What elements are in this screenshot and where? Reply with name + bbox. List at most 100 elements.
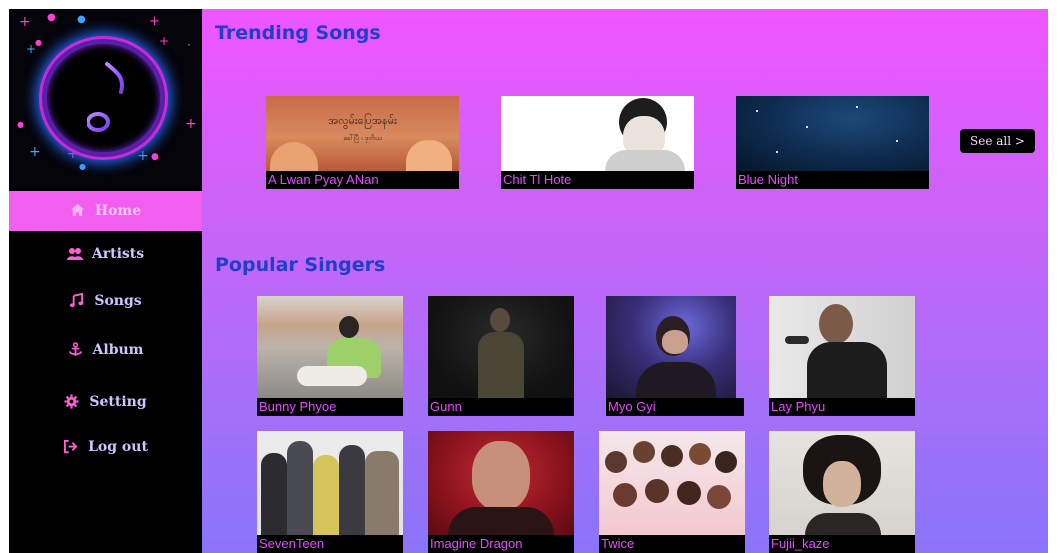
sidebar-item-logout[interactable]: Log out: [9, 427, 202, 467]
sidebar-item-setting[interactable]: Setting: [9, 382, 202, 422]
cover-figure: [270, 142, 318, 171]
anchor-icon: [68, 342, 84, 358]
photo-figure: [707, 485, 731, 509]
sidebar-item-label: Album: [92, 342, 144, 358]
photo-figure: [633, 441, 655, 463]
cover-star: [896, 140, 898, 142]
song-title: Blue Night: [736, 171, 929, 189]
cover-star: [776, 151, 778, 153]
singer-photo: [599, 431, 745, 535]
singer-name: Twice: [599, 535, 745, 553]
sparkle-icon: +: [149, 14, 160, 29]
trending-title: Trending Songs: [215, 22, 381, 44]
singer-name: Myo Gyi: [606, 398, 744, 416]
singer-card[interactable]: Myo Gyi: [606, 296, 744, 416]
photo-figure: [339, 445, 365, 535]
photo-figure: [478, 332, 524, 398]
photo-figure: [689, 443, 711, 465]
main-content: Trending Songs အလွမ်းပြေအနမ်း ခေါ်ပြီ ၊ …: [202, 9, 1048, 553]
sidebar-item-album[interactable]: Album: [9, 330, 202, 370]
singer-name: Imagine Dragon: [428, 535, 574, 553]
photo-figure: [313, 455, 339, 535]
song-cover: [501, 96, 694, 171]
cover-text: အလွမ်းပြေအနမ်း: [328, 114, 397, 127]
sidebar-item-label: Log out: [88, 439, 148, 455]
sparkle-icon: +: [137, 148, 149, 164]
sparkle-icon: +: [185, 116, 197, 132]
singer-name: Bunny Phyoe: [257, 398, 403, 416]
singer-card[interactable]: SevenTeen: [257, 431, 403, 553]
song-cover: [736, 96, 929, 171]
singer-card[interactable]: Bunny Phyoe: [257, 296, 403, 416]
photo-figure: [636, 362, 716, 398]
singer-name: Lay Phyu: [769, 398, 915, 416]
song-title: A Lwan Pyay ANan: [266, 171, 459, 189]
home-icon: [70, 203, 86, 219]
photo-figure: [715, 451, 737, 473]
photo-figure: [605, 451, 627, 473]
photo-figure: [677, 481, 701, 505]
sidebar-item-label: Home: [94, 203, 142, 219]
sidebar: + ● ● + + · + ● ● + + + ● + ● Home Artis…: [9, 9, 202, 553]
singer-photo: [257, 296, 403, 398]
cover-subtext: ခေါ်ပြီ ၊ ဒုတိယ: [343, 134, 382, 142]
photo-figure: [297, 366, 367, 386]
song-cover: အလွမ်းပြေအနမ်း ခေါ်ပြီ ၊ ဒုတိယ: [266, 96, 459, 171]
singer-photo: [769, 431, 915, 535]
song-card[interactable]: အလွမ်းပြေအနမ်း ခေါ်ပြီ ၊ ဒုတိယ A Lwan Py…: [266, 96, 459, 189]
gear-icon: [64, 394, 80, 410]
music-note-icon: [87, 62, 124, 132]
song-card[interactable]: Chit Tl Hote: [501, 96, 694, 189]
photo-figure: [819, 304, 853, 344]
singer-photo: [606, 296, 736, 398]
photo-figure: [339, 316, 359, 338]
photo-figure: [490, 308, 510, 332]
sparkle-icon: ●: [79, 162, 86, 171]
photo-figure: [807, 342, 887, 398]
photo-figure: [287, 441, 313, 535]
photo-figure: [365, 451, 399, 535]
singer-card[interactable]: Lay Phyu: [769, 296, 915, 416]
singer-card[interactable]: Fujii_kaze: [769, 431, 915, 553]
singer-card[interactable]: Twice: [599, 431, 745, 553]
sparkle-icon: +: [159, 34, 170, 48]
singer-name: Gunn: [428, 398, 574, 416]
popular-title: Popular Singers: [215, 254, 386, 276]
song-card[interactable]: Blue Night: [736, 96, 929, 189]
music-icon: [69, 293, 85, 309]
cover-star: [756, 110, 758, 112]
sparkle-icon: ·: [187, 38, 191, 52]
users-icon: [66, 246, 83, 262]
sidebar-item-label: Artists: [91, 246, 145, 262]
sparkle-icon: ●: [35, 38, 42, 47]
cover-star: [806, 126, 808, 128]
sparkle-icon: +: [29, 144, 41, 160]
cover-star: [856, 106, 858, 108]
sidebar-item-artists[interactable]: Artists: [9, 234, 202, 274]
singer-card[interactable]: Gunn: [428, 296, 574, 416]
singer-card[interactable]: Imagine Dragon: [428, 431, 574, 553]
singer-photo: [257, 431, 403, 535]
photo-figure: [613, 483, 637, 507]
sparkle-icon: ●: [47, 12, 56, 23]
sparkle-icon: ●: [17, 120, 24, 129]
photo-figure: [661, 445, 683, 467]
see-all-button[interactable]: See all >: [960, 129, 1035, 153]
sidebar-item-home[interactable]: Home: [9, 191, 202, 231]
cover-figure: [605, 150, 685, 171]
singer-name: Fujii_kaze: [769, 535, 915, 553]
photo-figure: [823, 461, 861, 507]
photo-figure: [785, 336, 809, 344]
photo-figure: [805, 513, 881, 535]
sparkle-icon: ●: [151, 152, 159, 162]
photo-figure: [662, 330, 688, 354]
photo-figure: [645, 479, 669, 503]
singer-photo: [769, 296, 915, 398]
app-logo: + ● ● + + · + ● ● + + + ● + ●: [9, 9, 202, 187]
sparkle-icon: +: [19, 14, 31, 30]
cover-figure: [406, 140, 452, 171]
sparkle-icon: ●: [77, 14, 86, 25]
sidebar-item-label: Setting: [89, 394, 147, 410]
sidebar-item-songs[interactable]: Songs: [9, 281, 202, 321]
singer-photo: [428, 431, 574, 535]
